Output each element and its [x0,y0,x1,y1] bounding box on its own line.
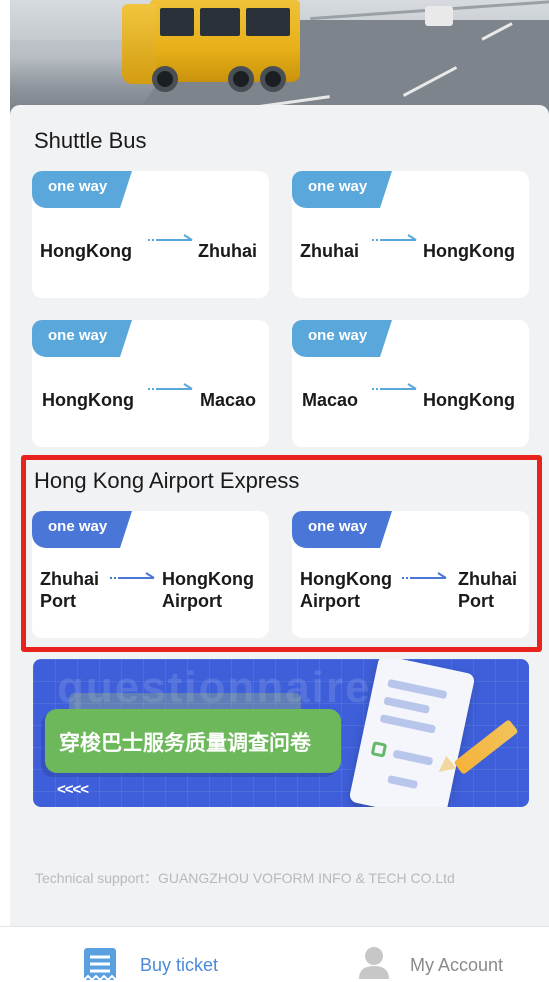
app-page: Shuttle Bus one way HongKong Zhuhai one … [0,0,549,982]
route-card-hongkong-macao[interactable]: one way HongKong Macao [32,320,269,447]
route-card-zhuhai-hongkong[interactable]: one way Zhuhai HongKong [292,171,529,298]
route-from: HongKong [40,241,132,261]
tab-my-account[interactable]: My Account [358,927,518,982]
highlight-box [21,455,542,652]
route-from: Macao [302,390,359,410]
route-from: HongKong [42,390,134,410]
route-arrow-icon [372,383,417,390]
route-to: HongKong [423,390,515,410]
one-way-tag: one way [32,171,132,208]
route-from: Zhuhai [300,241,359,261]
bottom-tab-bar: Buy ticket My Account [0,926,549,982]
route-arrow-icon [148,383,193,390]
route-arrow-icon [148,234,193,241]
route-to: HongKong [423,241,515,261]
one-way-tag: one way [32,320,132,357]
user-icon [359,947,389,979]
shuttle-bus-title: Shuttle Bus [34,128,147,153]
ticket-icon [83,948,117,982]
questionnaire-banner[interactable]: questionnaire 穿梭巴士服务质量调查问卷 <<<< [33,659,529,807]
tab-buy-ticket[interactable]: Buy ticket [82,927,242,982]
distant-bus [425,6,453,26]
tab-my-account-label: My Account [410,955,504,975]
one-way-tag: one way [292,320,392,357]
route-card-hongkong-zhuhai[interactable]: one way HongKong Zhuhai [32,171,269,298]
route-arrow-icon [372,234,417,241]
one-way-tag: one way [292,171,392,208]
route-to: Zhuhai [198,241,257,261]
questionnaire-title: 穿梭巴士服务质量调查问卷 [45,709,341,773]
route-to: Macao [200,390,257,410]
tab-buy-ticket-label: Buy ticket [140,955,219,975]
technical-support-text: Technical support：GUANGZHOU VOFORM INFO … [35,870,455,886]
yellow-bus [122,0,300,92]
chevrons-left-icon: <<<< [57,781,89,798]
route-card-macao-hongkong[interactable]: one way Macao HongKong [292,320,529,447]
